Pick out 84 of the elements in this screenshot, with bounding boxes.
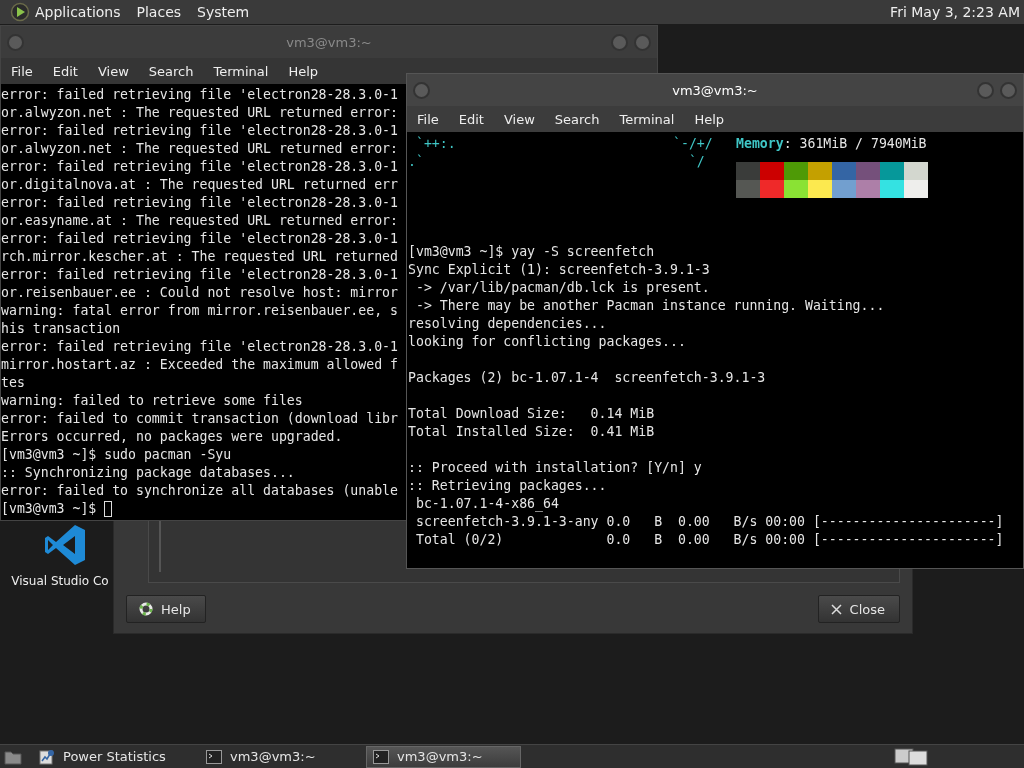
info-label: Memory <box>736 136 784 151</box>
terminal-line: :: Synchronizing package databases... <box>1 464 295 482</box>
menu-item[interactable]: Terminal <box>619 111 675 127</box>
menu-item[interactable]: View <box>97 63 129 79</box>
terminal-line: Total (0/2) 0.0 B 0.00 B/s 00:00 [----------------------] <box>414 532 1004 547</box>
terminal-line: error: failed retrieving file 'electron28-28.3.0-1 <box>1 230 398 248</box>
window-title: vm3@vm3:~ <box>672 82 758 98</box>
ascii-logo-line: `++:. <box>414 135 457 153</box>
terminal-line: -> /var/lib/pacman/db.lck is present. <box>414 280 710 295</box>
info-value: : 361MiB / 7940MiB <box>783 136 927 151</box>
window-control[interactable] <box>634 33 651 51</box>
terminal-line: or.reisenbauer.ee : Could not resolve host: mirror <box>1 284 398 302</box>
text-cursor <box>104 501 113 517</box>
panel-menu[interactable]: Applications <box>35 4 121 20</box>
code-editor-icon[interactable] <box>42 522 88 568</box>
menu-item[interactable]: Edit <box>458 111 484 127</box>
taskbar-button[interactable]: vm3@vm3:~ <box>366 745 521 768</box>
window-title: vm3@vm3:~ <box>286 34 372 50</box>
terminal-line: Packages (2) bc-1.07.1-4 screenfetch-3.9.1-3 <box>408 370 766 385</box>
terminal-line: rch.mirror.kescher.at : The requested URL returned <box>1 248 398 266</box>
terminal-line: his transaction <box>1 320 121 338</box>
terminal-line: error: failed to commit transaction (download libr <box>1 410 398 428</box>
terminal-line: mirror.hostart.az : Exceeded the maximum allowed f <box>1 356 398 374</box>
menu-item[interactable]: Help <box>288 63 319 79</box>
menu-item[interactable]: Search <box>148 63 194 79</box>
workspace-switcher-icon[interactable] <box>894 746 928 767</box>
panel-menu[interactable]: Places <box>136 4 182 20</box>
ascii-logo-line: `/ <box>687 153 706 171</box>
terminal-line: error: failed retrieving file 'electron28-28.3.0-1 <box>1 158 398 176</box>
terminal-line: or.alwyzon.net : The requested URL returned error: <box>1 140 398 158</box>
terminal-line: [vm3@vm3 ~]$ yay -S screenfetch <box>408 244 655 259</box>
terminal-line: tes <box>1 374 25 392</box>
terminal-line: or.easyname.at : The requested URL returned error: <box>1 212 398 230</box>
terminal-line: screenfetch-3.9.1-3-any 0.0 B 0.00 B/s 00:00 [----------------------] <box>414 514 1004 529</box>
menu-item[interactable]: File <box>11 63 33 79</box>
terminal-line: :: Retrieving packages... <box>408 478 607 493</box>
ascii-logo-line: .` <box>408 153 425 171</box>
terminal-line: :: Proceed with installation? [Y/n] y <box>408 460 702 475</box>
terminal-line: warning: fatal error from mirror.reisenbauer.ee, s <box>1 302 398 320</box>
terminal-line: -> There may be another Pacman instance running. Waiting... <box>414 298 885 313</box>
window-control[interactable] <box>977 81 994 99</box>
terminal-line: error: failed to synchronize all databases (unable <box>1 482 398 500</box>
taskbar-button[interactable]: vm3@vm3:~ <box>199 745 354 768</box>
menu-item[interactable]: Help <box>694 111 725 127</box>
terminal-line: error: failed retrieving file 'electron28-28.3.0-1 <box>1 122 398 140</box>
terminal-line: Sync Explicit (1): screenfetch-3.9.1-3 <box>408 262 710 277</box>
help-button[interactable]: Help <box>126 595 206 623</box>
terminal-line: error: failed retrieving file 'electron28-28.3.0-1 <box>1 266 398 284</box>
window-control[interactable] <box>1000 81 1017 99</box>
terminal-prompt: [vm3@vm3 ~]$ <box>1 500 98 518</box>
window-control[interactable] <box>413 81 430 99</box>
terminal-line: Errors occurred, no packages were upgraded. <box>1 428 343 446</box>
terminal-line: error: failed retrieving file 'electron28-28.3.0-1 <box>1 338 398 356</box>
lifebuoy-icon <box>139 602 153 616</box>
close-icon <box>830 603 842 615</box>
terminal-icon <box>373 749 389 764</box>
menu-item[interactable]: View <box>503 111 535 127</box>
close-button[interactable]: Close <box>817 595 900 623</box>
menu-item[interactable]: Terminal <box>213 63 269 79</box>
terminal-icon <box>206 749 222 764</box>
terminal-line: [vm3@vm3 ~]$ sudo pacman -Syu <box>1 446 232 464</box>
terminal-line: or.alwyzon.net : The requested URL returned error: <box>1 104 398 122</box>
logo-icon[interactable] <box>10 2 30 22</box>
terminal-line: error: failed retrieving file 'electron28-28.3.0-1 <box>1 194 398 212</box>
taskbar-button[interactable]: Power Statistics <box>32 745 187 768</box>
folder-icon[interactable] <box>4 748 22 765</box>
chart-icon <box>39 748 55 765</box>
menu-item[interactable]: File <box>417 111 439 127</box>
terminal-line: looking for conflicting packages... <box>408 334 686 349</box>
terminal-line: or.digitalnova.at : The requested URL returned err <box>1 176 398 194</box>
terminal-line: bc-1.07.1-4-x86_64 <box>414 496 559 511</box>
menu-item[interactable]: Search <box>554 111 600 127</box>
ascii-logo-line: `-/+/ <box>673 135 714 153</box>
terminal-line: warning: failed to retrieve some files <box>1 392 303 410</box>
menu-item[interactable]: Edit <box>52 63 78 79</box>
terminal-line: error: failed retrieving file 'electron28-28.3.0-1 <box>1 86 398 104</box>
panel-menu[interactable]: System <box>197 4 250 20</box>
terminal-line: Total Download Size: 0.14 MiB <box>408 406 655 421</box>
window-control[interactable] <box>7 33 24 51</box>
terminal-line: Total Installed Size: 0.41 MiB <box>408 424 655 439</box>
desktop-icon-label[interactable]: Visual Studio Co <box>11 574 109 588</box>
terminal-line: resolving dependencies... <box>408 316 607 331</box>
window-control[interactable] <box>611 33 628 51</box>
clock[interactable]: Fri May 3, 2:23 AM <box>890 4 1020 20</box>
